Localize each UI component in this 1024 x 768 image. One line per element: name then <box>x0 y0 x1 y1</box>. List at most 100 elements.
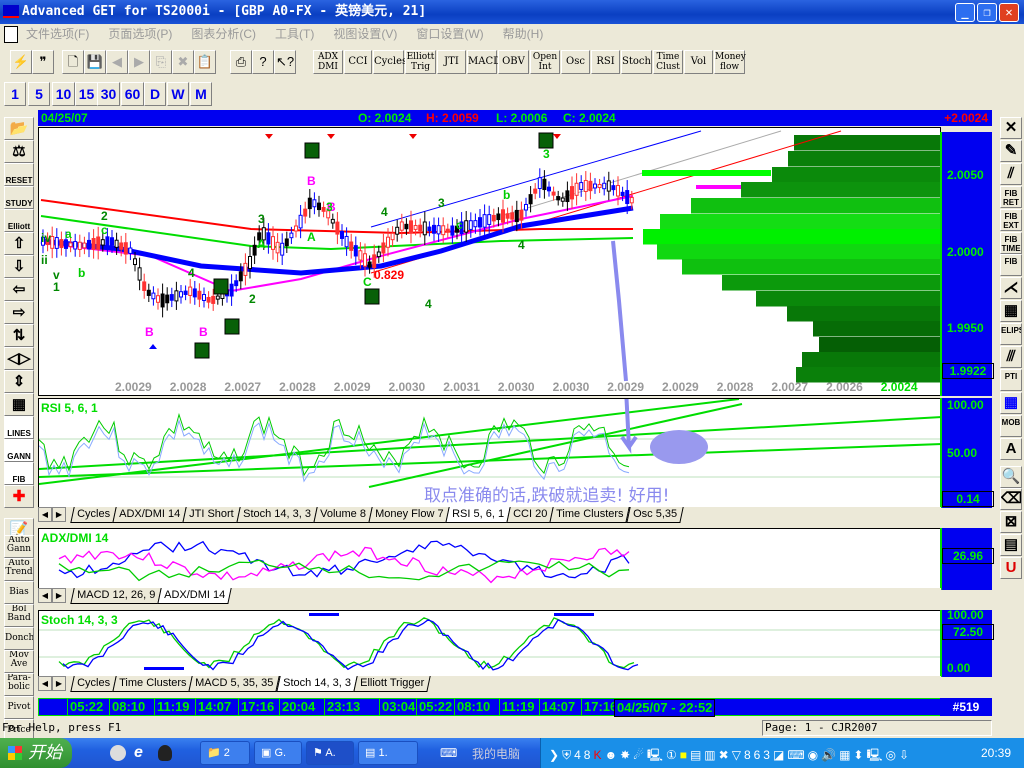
tab-elliott-trigger[interactable]: Elliott Trigger <box>352 676 431 692</box>
tool-open-icon[interactable]: 📂 <box>4 117 34 140</box>
indicator-button-open-int[interactable]: Open Int <box>530 50 560 74</box>
period-button-D[interactable]: D <box>144 82 166 106</box>
indicator-button-obv[interactable]: OBV <box>498 50 529 74</box>
tray-icon[interactable]: ▦ <box>839 748 853 762</box>
tab-macd-5-35-35[interactable]: MACD 5, 35, 35 <box>188 676 281 692</box>
indicator-button-osc[interactable]: Osc <box>561 50 590 74</box>
tab-stoch-14-3-3[interactable]: Stoch 14, 3, 3 <box>236 507 318 523</box>
tab-rsi-5-6-1[interactable]: RSI 5, 6, 1 <box>445 507 511 523</box>
taskbar-item-doc[interactable]: ▤ 1. <box>358 741 418 765</box>
menu-item[interactable]: 文件选项(F) <box>26 27 89 41</box>
copy-icon[interactable]: ⎘ <box>150 50 172 74</box>
keyboard-icon[interactable]: ⌨ <box>440 746 457 760</box>
quicklaunch-icon[interactable] <box>110 745 126 761</box>
tool-crosshair-icon[interactable]: ✚ <box>4 485 34 508</box>
tool-expand-v-icon[interactable]: ⇕ <box>4 370 34 393</box>
tab-osc-5-35[interactable]: Osc 5,35 <box>626 507 684 523</box>
menu-item[interactable]: 页面选项(P) <box>108 27 172 41</box>
rsi-panel[interactable]: RSI 5, 6, 1 取点准确的话,跌破就追卖! 好用! <box>38 398 942 508</box>
get-logo-icon[interactable]: ⚡ <box>10 50 32 74</box>
tray-icon[interactable]: 863 <box>744 748 773 762</box>
tool-scales-icon[interactable]: ⚖ <box>4 140 34 163</box>
qq-icon[interactable] <box>158 745 172 761</box>
tool-pages-icon[interactable]: ▤ <box>1000 534 1022 557</box>
context-help-icon[interactable]: ↖? <box>274 50 296 74</box>
tray-icon[interactable]: 🖳 <box>866 748 885 762</box>
period-button-1[interactable]: 1 <box>4 82 26 106</box>
adx-panel[interactable]: ADX/DMI 14 <box>38 528 941 590</box>
tool-down-icon[interactable]: ⇩ <box>4 255 34 278</box>
delete-icon[interactable]: ✖ <box>172 50 194 74</box>
period-button-M[interactable]: M <box>190 82 212 106</box>
tray-icon[interactable]: ⌨ <box>787 748 807 762</box>
tab-scroll-right[interactable]: ▶ <box>52 676 66 691</box>
tool-fib-icon[interactable]: FIB <box>1000 254 1022 277</box>
indicator-button-macd[interactable]: MACD <box>467 50 501 74</box>
clock[interactable]: 20:39 <box>981 746 1011 760</box>
tab-time-clusters[interactable]: Time Clusters <box>112 676 194 692</box>
indicator-button-time-clust[interactable]: Time Clust <box>653 50 683 74</box>
tool-lines-icon[interactable]: LINES <box>4 416 34 439</box>
new-doc-icon[interactable]: 🗋 <box>62 50 84 74</box>
indicator-button-money-flow[interactable]: Money flow <box>714 50 746 74</box>
tool-table-icon[interactable]: ▦ <box>1000 391 1022 414</box>
tool-bolband-button[interactable]: Bol Band <box>4 604 34 627</box>
tool-x-icon[interactable]: ✕ <box>1000 117 1022 139</box>
tool-reset-icon[interactable]: RESET <box>4 163 34 186</box>
tray-icon[interactable]: ✖ <box>719 748 732 762</box>
start-button[interactable]: 开始 <box>0 738 72 768</box>
desktop-toolbar[interactable]: 我的电脑 <box>472 745 520 762</box>
tray-icon[interactable]: 🖳 <box>647 748 666 762</box>
tab-time-clusters[interactable]: Time Clusters <box>549 507 631 523</box>
indicator-button-vol[interactable]: Vol <box>684 50 713 74</box>
period-button-60[interactable]: 60 <box>121 82 144 106</box>
tool-fib-ret-icon[interactable]: FIB RET <box>1000 185 1022 208</box>
menu-item[interactable]: 帮助(H) <box>503 27 544 41</box>
price-chart[interactable]: ivaiiv1b2cB4B5123BBA32A4C0.8293b4c534125… <box>38 127 941 396</box>
indicator-button-stoch[interactable]: Stoch <box>621 50 652 74</box>
tab-adx-dmi-14[interactable]: ADX/DMI 14 <box>157 588 233 604</box>
tab-scroll-right[interactable]: ▶ <box>52 588 66 603</box>
tool-study-icon[interactable]: STUDY <box>4 186 34 209</box>
tray-icon[interactable]: ▥ <box>704 748 718 762</box>
tray-icon[interactable]: ☄ <box>633 748 647 762</box>
indicator-button-rsi[interactable]: RSI <box>591 50 620 74</box>
tool-channels-icon[interactable]: ⫻ <box>1000 346 1022 368</box>
stoch-panel[interactable]: Stoch 14, 3, 3 <box>38 610 942 677</box>
menu-item[interactable]: 工具(T) <box>275 27 314 41</box>
tool-pencil-icon[interactable]: ✎ <box>1000 139 1022 162</box>
close-button[interactable]: ✕ <box>999 3 1019 22</box>
paste-icon[interactable]: 📋 <box>194 50 216 74</box>
tool-compress-icon[interactable]: ⇅ <box>4 324 34 347</box>
minimize-button[interactable]: _ <box>955 3 975 22</box>
tab-scroll-right[interactable]: ▶ <box>52 507 66 522</box>
tool-right-icon[interactable]: ⇨ <box>4 301 34 324</box>
indicator-button-jti[interactable]: JTI <box>437 50 466 74</box>
indicator-button-adx-dmi[interactable]: ADX DMI <box>313 50 343 74</box>
save-icon[interactable]: 💾 <box>84 50 106 74</box>
tool-elliott-icon[interactable]: Elliott <box>4 209 34 232</box>
tab-cycles[interactable]: Cycles <box>70 676 117 692</box>
tab-scroll-left[interactable]: ◀ <box>38 676 52 691</box>
tool-elips-icon[interactable]: ELIPS <box>1000 323 1022 346</box>
tab-adx-dmi-14[interactable]: ADX/DMI 14 <box>112 507 187 523</box>
tool-a-icon[interactable]: A <box>1000 437 1022 460</box>
tool-parallel-lines-icon[interactable]: ⫽ <box>1000 162 1022 185</box>
tool-bias-button[interactable]: Bias <box>4 581 34 604</box>
tool-expand-h-icon[interactable]: ◁▷ <box>4 347 34 370</box>
tool-mob-icon[interactable]: MOB <box>1000 414 1022 437</box>
tray-icon[interactable]: ✸ <box>620 748 633 762</box>
tray-icon[interactable]: ◪ <box>773 748 787 762</box>
taskbar-item-g[interactable]: ▣ G. <box>254 741 302 765</box>
back-icon[interactable]: ◀ <box>106 50 128 74</box>
restore-button[interactable]: ❐ <box>977 3 997 22</box>
tool-gann-icon[interactable]: GANN <box>4 439 34 462</box>
tool-autogann-button[interactable]: Auto Gann <box>4 535 34 558</box>
period-button-30[interactable]: 30 <box>97 82 120 106</box>
tool-fib-ext-icon[interactable]: FIB EXT <box>1000 208 1022 231</box>
tool-left-icon[interactable]: ⇦ <box>4 278 34 301</box>
menu-item[interactable]: 视图设置(V) <box>333 27 397 41</box>
tab-scroll-left[interactable]: ◀ <box>38 507 52 522</box>
tool-up-icon[interactable]: ⇧ <box>4 232 34 255</box>
indicator-button-cci[interactable]: CCI <box>344 50 372 74</box>
